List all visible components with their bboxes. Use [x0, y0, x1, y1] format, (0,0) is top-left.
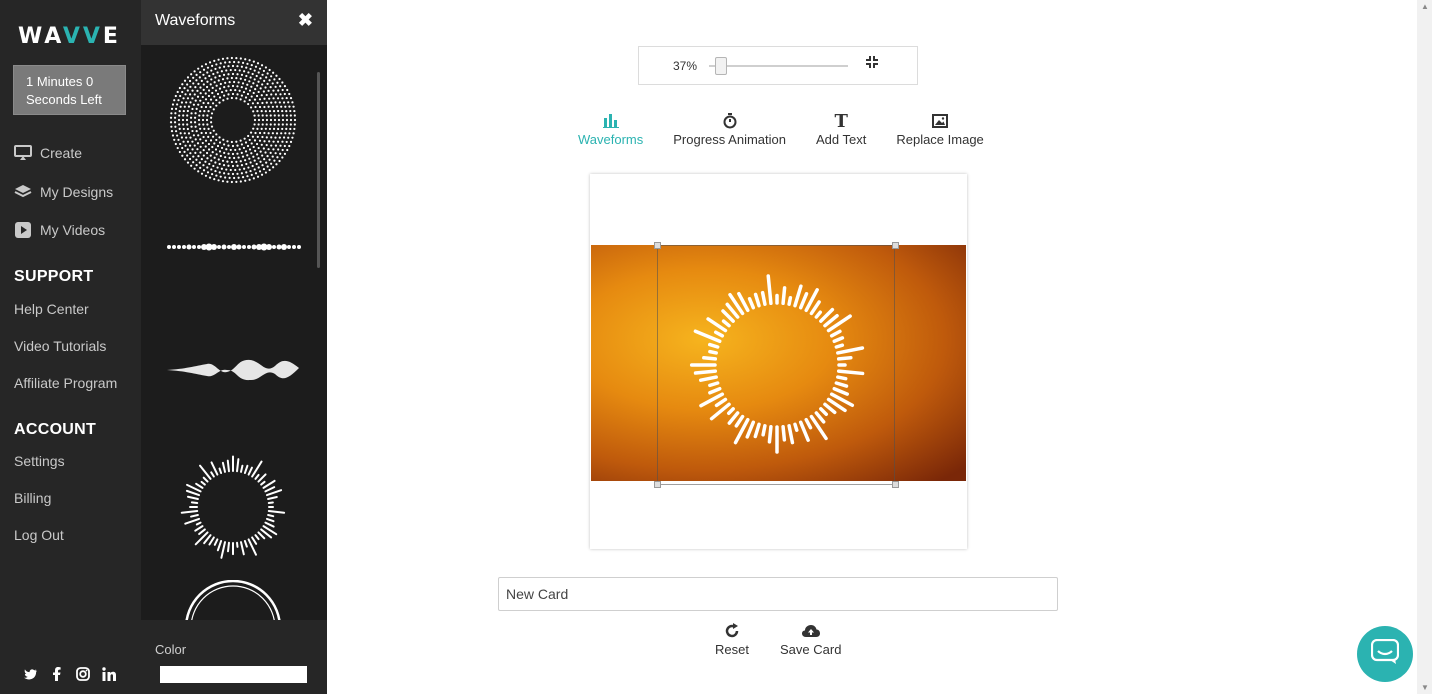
monitor-icon [14, 144, 32, 162]
image-icon [932, 110, 949, 132]
chat-support-button[interactable] [1357, 626, 1413, 682]
tab-waveforms[interactable]: Waveforms [563, 110, 658, 147]
reset-button[interactable]: Reset [715, 620, 749, 657]
twitter-icon[interactable] [24, 666, 38, 682]
instagram-icon[interactable] [76, 666, 90, 682]
resize-handle-bottom-left[interactable] [654, 481, 661, 488]
resize-handle-bottom-right[interactable] [892, 481, 899, 488]
bar-chart-icon [602, 110, 619, 132]
design-canvas[interactable] [590, 174, 967, 549]
color-section: Color [141, 620, 327, 694]
settings-link[interactable]: Settings [14, 453, 65, 469]
color-swatch[interactable] [160, 666, 307, 683]
panel-scrollbar[interactable] [317, 72, 320, 268]
tab-add-text[interactable]: T Add Text [801, 110, 881, 148]
cloud-upload-icon [801, 620, 820, 642]
social-links [24, 666, 116, 682]
refresh-icon [724, 620, 740, 642]
resize-handle-top-left[interactable] [654, 242, 661, 249]
time-remaining-badge: 1 Minutes 0 Seconds Left [13, 65, 126, 115]
waveform-option-dotted-line[interactable] [165, 237, 301, 257]
zoom-slider-thumb[interactable] [715, 57, 727, 75]
zoom-slider-track[interactable] [709, 65, 848, 67]
save-card-button[interactable]: Save Card [780, 620, 841, 657]
waveform-option-bar-circle[interactable] [165, 450, 301, 565]
page-scrollbar[interactable]: ▲ ▼ [1417, 0, 1432, 694]
tab-progress-animation[interactable]: Progress Animation [658, 110, 801, 147]
affiliate-program-link[interactable]: Affiliate Program [14, 375, 117, 391]
nav-create[interactable]: Create [14, 144, 82, 162]
stopwatch-icon [723, 110, 737, 132]
tab-replace-image[interactable]: Replace Image [881, 110, 998, 147]
linkedin-icon[interactable] [102, 666, 116, 682]
fit-to-screen-icon[interactable] [865, 55, 879, 74]
card-name-input[interactable] [498, 577, 1058, 611]
facebook-icon[interactable] [50, 666, 64, 682]
waveform-option-wave[interactable] [165, 350, 301, 390]
play-icon [14, 221, 32, 239]
log-out-link[interactable]: Log Out [14, 527, 64, 543]
scroll-up-arrow-icon[interactable]: ▲ [1421, 2, 1429, 11]
support-heading: SUPPORT [14, 268, 94, 285]
editor-tabs: Waveforms Progress Animation T Add Text … [563, 110, 999, 148]
resize-handle-top-right[interactable] [892, 242, 899, 249]
close-icon[interactable]: ✖ [298, 10, 313, 31]
sidebar: WAVVE 1 Minutes 0 Seconds Left Create My… [0, 0, 141, 694]
nav-my-designs[interactable]: My Designs [14, 183, 113, 201]
zoom-value: 37% [673, 59, 698, 73]
editor-area: 37% Waveforms Progress Animation T Add T… [327, 0, 1417, 694]
waveform-option-dotted-circle[interactable] [165, 55, 301, 185]
nav-my-videos[interactable]: My Videos [14, 221, 105, 239]
billing-link[interactable]: Billing [14, 490, 51, 506]
zoom-control: 37% [638, 46, 918, 85]
waveforms-panel: Waveforms ✖ Color [141, 0, 327, 694]
video-tutorials-link[interactable]: Video Tutorials [14, 338, 106, 354]
waveform-option-ring[interactable] [165, 580, 301, 620]
scroll-down-arrow-icon[interactable]: ▼ [1421, 683, 1429, 692]
text-icon: T [834, 110, 848, 132]
panel-title: Waveforms [155, 12, 236, 29]
wavve-logo[interactable]: WAVVE [18, 24, 121, 49]
chat-bubble-icon [1370, 638, 1400, 670]
account-heading: ACCOUNT [14, 421, 97, 438]
waveform-selection-frame[interactable] [657, 245, 895, 485]
layers-icon [14, 183, 32, 201]
panel-header: Waveforms ✖ [141, 0, 327, 45]
help-center-link[interactable]: Help Center [14, 301, 89, 317]
color-label: Color [155, 642, 187, 657]
